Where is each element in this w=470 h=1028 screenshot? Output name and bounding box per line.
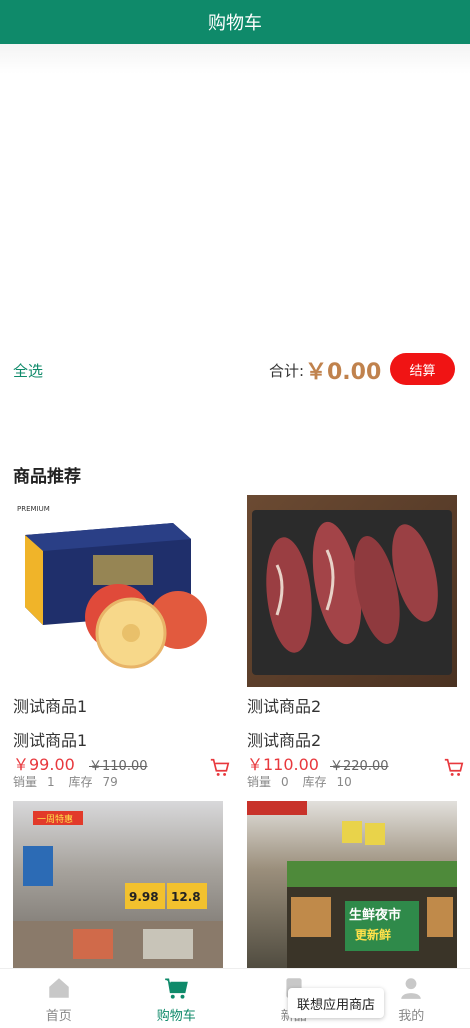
total-label: 合计: [269,362,305,380]
cart-icon [165,978,189,999]
add-to-cart-icon[interactable] [209,757,231,779]
product-price: ￥99.00 [13,755,75,774]
product-image: 生鲜夜市 更新鲜 [247,801,457,971]
toast-text: 联想应用商店 [297,997,376,1013]
product-old-price: ￥110.00 [89,759,148,774]
stock-label: 库存 [302,775,327,789]
tab-label: 购物车 [156,1009,196,1024]
product-meta: 销量 1 库存 79 [13,773,128,790]
fresh-market-stall-icon: 生鲜夜市 更新鲜 [247,801,457,971]
stock-label: 库存 [68,775,93,789]
recommend-title: 商品推荐 [13,467,81,487]
apple-gift-box-icon: PREMIUM [17,505,207,669]
nav-shadow [0,44,470,74]
product-price: ￥110.00 [247,755,319,774]
product-name: 测试商品1 [13,697,88,716]
product-image [247,495,457,687]
product-card[interactable]: 一周特惠 9.98 12.8 [13,801,223,971]
total-amount: ￥0.00 [305,360,382,385]
bottom-tab-bar: 首页 购物车 新品 我的 [0,968,470,1028]
top-nav-bar: 购物车 [0,0,470,44]
cart-summary-bar: 全选 合计: ￥0.00 结算 [0,350,470,390]
home-icon [49,978,69,998]
product-name: 测试商品2 [247,697,322,716]
checkout-label: 结算 [409,363,436,379]
checkout-button[interactable]: 结算 [390,353,455,385]
sales-value: 1 [47,775,55,789]
tab-label: 我的 [398,1009,425,1024]
sales-label: 销量 [13,775,38,789]
system-toast: 联想应用商店 [288,988,385,1018]
product-image: 一周特惠 9.98 12.8 [13,801,223,971]
stock-value: 10 [336,775,352,789]
tab-home[interactable]: 首页 [0,969,118,1028]
select-all-button[interactable]: 全选 [13,360,43,381]
stall-sign-1: 生鲜夜市 [349,907,401,923]
stall-sign-2: 更新鲜 [355,927,391,942]
page-title: 购物车 [208,13,262,34]
brand-logo-text: PREMIUM [17,505,50,513]
tab-cart[interactable]: 购物车 [118,969,236,1028]
product-subtitle: 测试商品2 [247,731,322,750]
tab-label: 首页 [45,1009,72,1024]
product-meta: 销量 0 库存 10 [247,773,362,790]
sales-label: 销量 [247,775,272,789]
add-to-cart-icon[interactable] [443,757,465,779]
price-sign-2: 12.8 [171,890,201,904]
product-card[interactable]: PREMIUM 测试商品1 测试商品1 ￥99.00 ￥110.00 销量 1 库… [13,495,230,789]
sliced-meat-icon [252,510,452,675]
supermarket-aisle-icon: 一周特惠 9.98 12.8 [13,811,223,971]
product-image: PREMIUM [13,495,223,687]
sales-value: 0 [281,775,289,789]
price-sign-1: 9.98 [129,890,159,904]
banner-text: 一周特惠 [37,813,73,825]
stock-value: 79 [102,775,118,789]
product-subtitle: 测试商品1 [13,731,88,750]
product-card[interactable]: 生鲜夜市 更新鲜 [247,801,457,971]
product-old-price: ￥220.00 [330,759,389,774]
product-card[interactable]: 测试商品2 测试商品2 ￥110.00 ￥220.00 销量 0 库存 10 [247,495,464,789]
user-icon [401,978,421,999]
